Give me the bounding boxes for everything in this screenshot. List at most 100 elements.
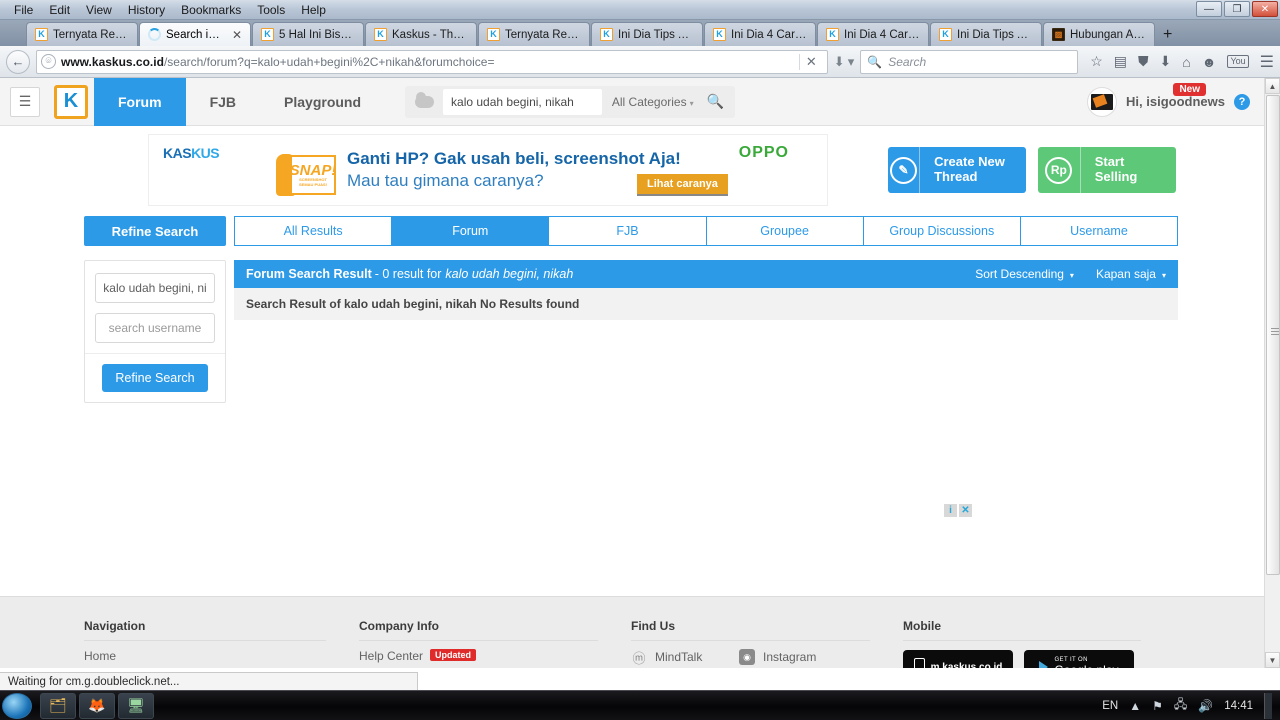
- updated-badge: Updated: [430, 649, 477, 661]
- ad-line-1: Ganti HP? Gak usah beli, screenshot Aja!: [347, 149, 681, 168]
- language-indicator[interactable]: EN: [1102, 700, 1118, 712]
- browser-tab-3[interactable]: K 5 Hal Ini Bisa P...: [252, 22, 364, 46]
- tab-close-icon[interactable]: ✕: [232, 28, 242, 42]
- explorer-icon[interactable]: 🗂: [40, 692, 76, 719]
- timeframe-dropdown[interactable]: Kapan saja ▾: [1096, 267, 1166, 281]
- new-tab-button[interactable]: +: [1156, 24, 1179, 46]
- menu-item-help[interactable]: Help: [293, 1, 334, 19]
- category-dropdown[interactable]: All Categories ▾: [602, 95, 700, 109]
- restore-button[interactable]: ❐: [1224, 1, 1250, 17]
- mobile-site-badge[interactable]: m.kaskus.co.id: [903, 650, 1013, 668]
- scroll-up-arrow[interactable]: ▲: [1265, 78, 1280, 94]
- adchoices-info-icon[interactable]: i: [944, 504, 957, 517]
- browser-tab-7[interactable]: K Ini Dia 4 Cara T...: [704, 22, 816, 46]
- menu-item-view[interactable]: View: [78, 1, 120, 19]
- show-desktop-button[interactable]: [1264, 692, 1272, 719]
- browser-search-input[interactable]: 🔍 Search: [860, 49, 1079, 74]
- tab-all-results[interactable]: All Results: [234, 216, 392, 246]
- volume-icon[interactable]: 🔊: [1198, 699, 1213, 713]
- browser-tab-8[interactable]: K Ini Dia 4 Cara T...: [817, 22, 929, 46]
- create-new-thread-button[interactable]: ✎ Create New Thread: [888, 147, 1026, 193]
- tab-group-discussions[interactable]: Group Discussions: [862, 216, 1020, 246]
- nav-item-fjb[interactable]: FJB: [186, 78, 260, 126]
- avatar[interactable]: [1087, 86, 1118, 117]
- chat-bubble-icon[interactable]: [415, 91, 435, 108]
- start-selling-button[interactable]: Rp Start Selling: [1038, 147, 1176, 193]
- downloads-button[interactable]: ⬇ ▾: [834, 54, 854, 70]
- scrollbar-thumb[interactable]: [1266, 95, 1280, 575]
- menu-item-file[interactable]: File: [6, 1, 41, 19]
- footer-link-home[interactable]: Home: [84, 649, 359, 663]
- stop-icon[interactable]: ✕: [798, 53, 823, 70]
- close-button[interactable]: ✕: [1252, 1, 1278, 17]
- menu-item-history[interactable]: History: [120, 1, 173, 19]
- browser-tab-9[interactable]: K Ini Dia Tips Asy...: [930, 22, 1042, 46]
- url-bar[interactable]: ⌾ www.kaskus.co.id/search/forum?q=kalo+u…: [36, 49, 828, 74]
- scroll-down-arrow[interactable]: ▼: [1265, 652, 1280, 668]
- menu-icon[interactable]: ☰: [1260, 52, 1274, 72]
- browser-tab-6[interactable]: K Ini Dia Tips Asy...: [591, 22, 703, 46]
- top-ad-banner[interactable]: KASKUS OPPO SNAP! SCREENSHOT SEMAU PUAS!…: [148, 134, 828, 206]
- show-hidden-icon[interactable]: ▲: [1129, 699, 1141, 713]
- footer-heading-mobile: Mobile: [903, 619, 1141, 641]
- refine-search-button[interactable]: Refine Search: [102, 364, 208, 392]
- help-icon[interactable]: ?: [1234, 93, 1250, 110]
- browser-tab-5[interactable]: K Ternyata Reaks...: [478, 22, 590, 46]
- tab-fjb[interactable]: FJB: [548, 216, 706, 246]
- monitor-icon[interactable]: 🖥: [118, 692, 154, 719]
- clock[interactable]: 14:41: [1224, 700, 1253, 712]
- nav-item-forum[interactable]: Forum: [94, 78, 186, 126]
- mindtalk-icon: ⓜ: [632, 650, 646, 666]
- windows-taskbar: 🗂 🦊 🖥 EN ▲ ⚑ 🖧 🔊 14:41: [0, 690, 1280, 720]
- rupiah-icon: Rp: [1038, 147, 1081, 193]
- adchoices-close-icon[interactable]: ✕: [959, 504, 972, 517]
- bookmark-star-icon[interactable]: ☆: [1090, 53, 1103, 70]
- browser-tab-4[interactable]: K Kaskus - The L...: [365, 22, 477, 46]
- menu-item-edit[interactable]: Edit: [41, 1, 78, 19]
- social-link-instagram[interactable]: ◉ Instagram: [739, 649, 847, 665]
- kaskus-logo[interactable]: K: [54, 84, 88, 119]
- start-button-icon[interactable]: [2, 692, 32, 719]
- browser-tab-1[interactable]: K Ternyata Reaks...: [26, 22, 138, 46]
- nav-item-playground[interactable]: Playground: [260, 78, 385, 126]
- ad-cta-button[interactable]: Lihat caranya: [637, 174, 728, 196]
- create-new-thread-label: Create New Thread: [934, 154, 1005, 184]
- social-link-mindtalk[interactable]: ⓜ MindTalk: [631, 649, 739, 666]
- result-query: kalo udah begini, nikah: [445, 267, 574, 281]
- menu-item-bookmarks[interactable]: Bookmarks: [173, 1, 249, 19]
- home-icon[interactable]: ⌂: [1182, 54, 1190, 70]
- chat-icon[interactable]: ☻: [1202, 54, 1217, 70]
- pocket-icon[interactable]: ⛊: [1138, 53, 1149, 70]
- tab-username[interactable]: Username: [1019, 216, 1179, 246]
- network-icon[interactable]: 🖧: [1174, 695, 1187, 716]
- google-play-badge[interactable]: GET IT ON Google play: [1024, 650, 1134, 668]
- youtube-icon[interactable]: You: [1227, 55, 1249, 68]
- page-scrollbar[interactable]: ▲ ▼: [1264, 78, 1280, 668]
- minimize-button[interactable]: —: [1196, 1, 1222, 17]
- refine-username-input[interactable]: search username: [95, 313, 215, 343]
- user-greeting[interactable]: Hi, isigoodnews: [1126, 94, 1225, 109]
- firefox-icon[interactable]: 🦊: [79, 692, 115, 719]
- url-text: www.kaskus.co.id/search/forum?q=kalo+uda…: [61, 55, 794, 69]
- refine-button-wrap: Refine Search: [85, 354, 225, 402]
- tab-groupee[interactable]: Groupee: [705, 216, 863, 246]
- downloads-icon[interactable]: ⬇: [1160, 53, 1172, 70]
- reader-icon[interactable]: ▤: [1114, 53, 1127, 70]
- menu-item-tools[interactable]: Tools: [249, 1, 293, 19]
- sort-dropdown[interactable]: Sort Descending ▾: [975, 267, 1074, 281]
- search-placeholder: Search: [888, 54, 927, 69]
- network-flag-icon[interactable]: ⚑: [1152, 699, 1163, 713]
- sort-label: Sort Descending: [975, 267, 1064, 281]
- site-menu-icon[interactable]: ☰: [10, 86, 40, 117]
- result-controls: Sort Descending ▾ Kapan saja ▾: [975, 267, 1166, 281]
- social-column-right: ◉Instagram 🐦FJB ▶Youtube: [739, 649, 847, 668]
- refine-keyword-input[interactable]: kalo udah begini, ni: [95, 273, 215, 303]
- tab-label: 5 Hal Ini Bisa P...: [279, 28, 355, 41]
- tab-forum[interactable]: Forum: [391, 216, 549, 246]
- site-search-input[interactable]: kalo udah begini, nikah: [443, 88, 602, 115]
- search-submit-icon[interactable]: 🔍: [700, 93, 731, 110]
- browser-tab-2-active[interactable]: Search in F... ✕: [139, 22, 251, 46]
- back-button[interactable]: ←: [6, 49, 30, 74]
- footer-link-help-center[interactable]: Help Center Updated: [359, 649, 631, 663]
- browser-tab-10[interactable]: ▨ Hubungan Arc...: [1043, 22, 1155, 46]
